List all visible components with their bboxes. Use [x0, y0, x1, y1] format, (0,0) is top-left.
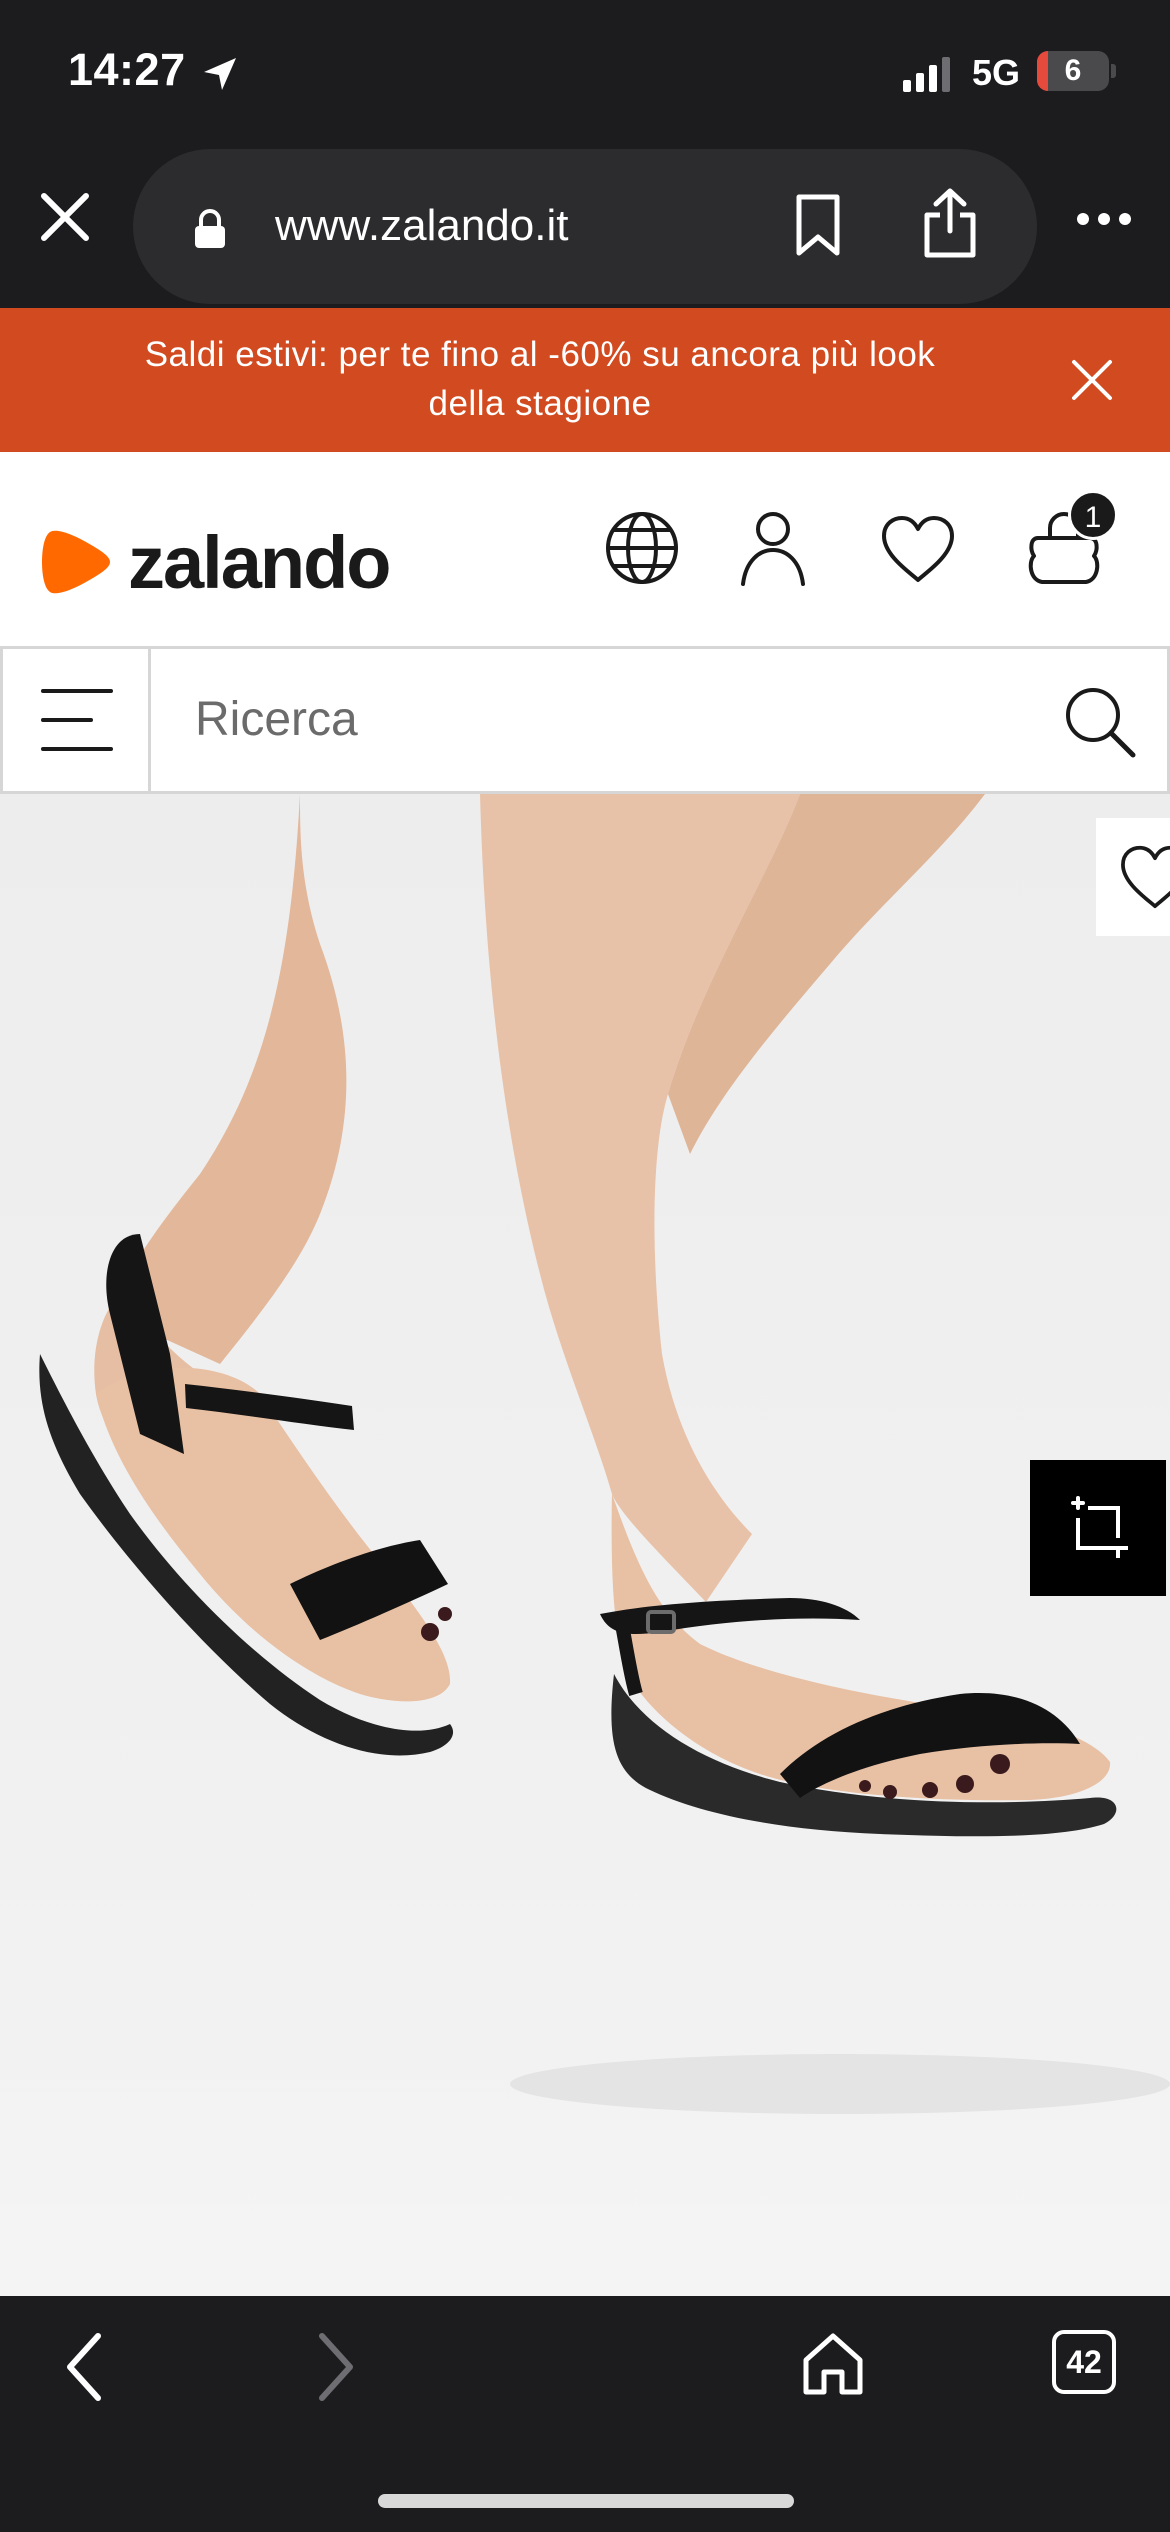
search-input[interactable] [193, 679, 993, 759]
battery-level: 6 [1064, 54, 1082, 87]
product-photo [39, 794, 1170, 2114]
fullscreen-button[interactable] [1030, 1460, 1166, 1596]
logo-text: zalando [128, 520, 391, 604]
share-icon[interactable] [921, 187, 979, 259]
fullscreen-icon [1071, 1496, 1128, 1558]
status-bar: 14:27 5G 6 [0, 0, 1170, 145]
hamburger-menu-icon [41, 689, 113, 751]
status-time: 14:27 [68, 44, 186, 95]
back-icon[interactable] [60, 2330, 110, 2404]
promo-line-1: Saldi estivi: per te fino al -60% su anc… [144, 335, 936, 374]
url-field[interactable]: www.zalando.it [133, 149, 1037, 304]
promo-banner[interactable]: Saldi estivi: per te fino al -60% su anc… [0, 308, 1170, 452]
wishlist-button[interactable] [1096, 818, 1170, 936]
heart-icon[interactable] [880, 514, 956, 584]
site-header: zalando 1 [0, 452, 1170, 646]
search-bar [0, 646, 1170, 794]
home-icon[interactable] [802, 2332, 864, 2396]
promo-line-2: della stagione [428, 384, 652, 423]
forward-icon[interactable] [310, 2330, 360, 2404]
url-text: www.zalando.it [275, 201, 569, 250]
globe-icon[interactable] [604, 510, 680, 586]
product-image[interactable] [0, 794, 1170, 2296]
tabs-button[interactable]: 42 [1052, 2330, 1116, 2394]
lock-icon [195, 209, 225, 248]
browser-toolbar: 42 [0, 2296, 1170, 2532]
promo-text: Saldi estivi: per te fino al -60% su anc… [100, 330, 980, 428]
bookmark-icon[interactable] [793, 193, 843, 257]
menu-button[interactable] [3, 649, 151, 791]
more-icon[interactable] [1075, 210, 1133, 228]
signal-icon [903, 57, 950, 92]
user-icon[interactable] [740, 510, 806, 586]
bag-count-badge: 1 [1068, 490, 1118, 540]
close-icon[interactable] [38, 190, 92, 244]
wishlist-heart-icon [1121, 845, 1170, 909]
search-icon[interactable] [1063, 685, 1137, 759]
browser-address-bar: www.zalando.it [0, 145, 1170, 308]
zalando-logo[interactable]: zalando [40, 520, 391, 604]
logo-mark-icon [42, 530, 110, 594]
battery-icon: 6 [1037, 51, 1116, 91]
network-type: 5G [972, 52, 1021, 93]
home-indicator [378, 2494, 794, 2508]
location-arrow-icon [204, 58, 236, 90]
close-icon[interactable] [1070, 358, 1114, 402]
